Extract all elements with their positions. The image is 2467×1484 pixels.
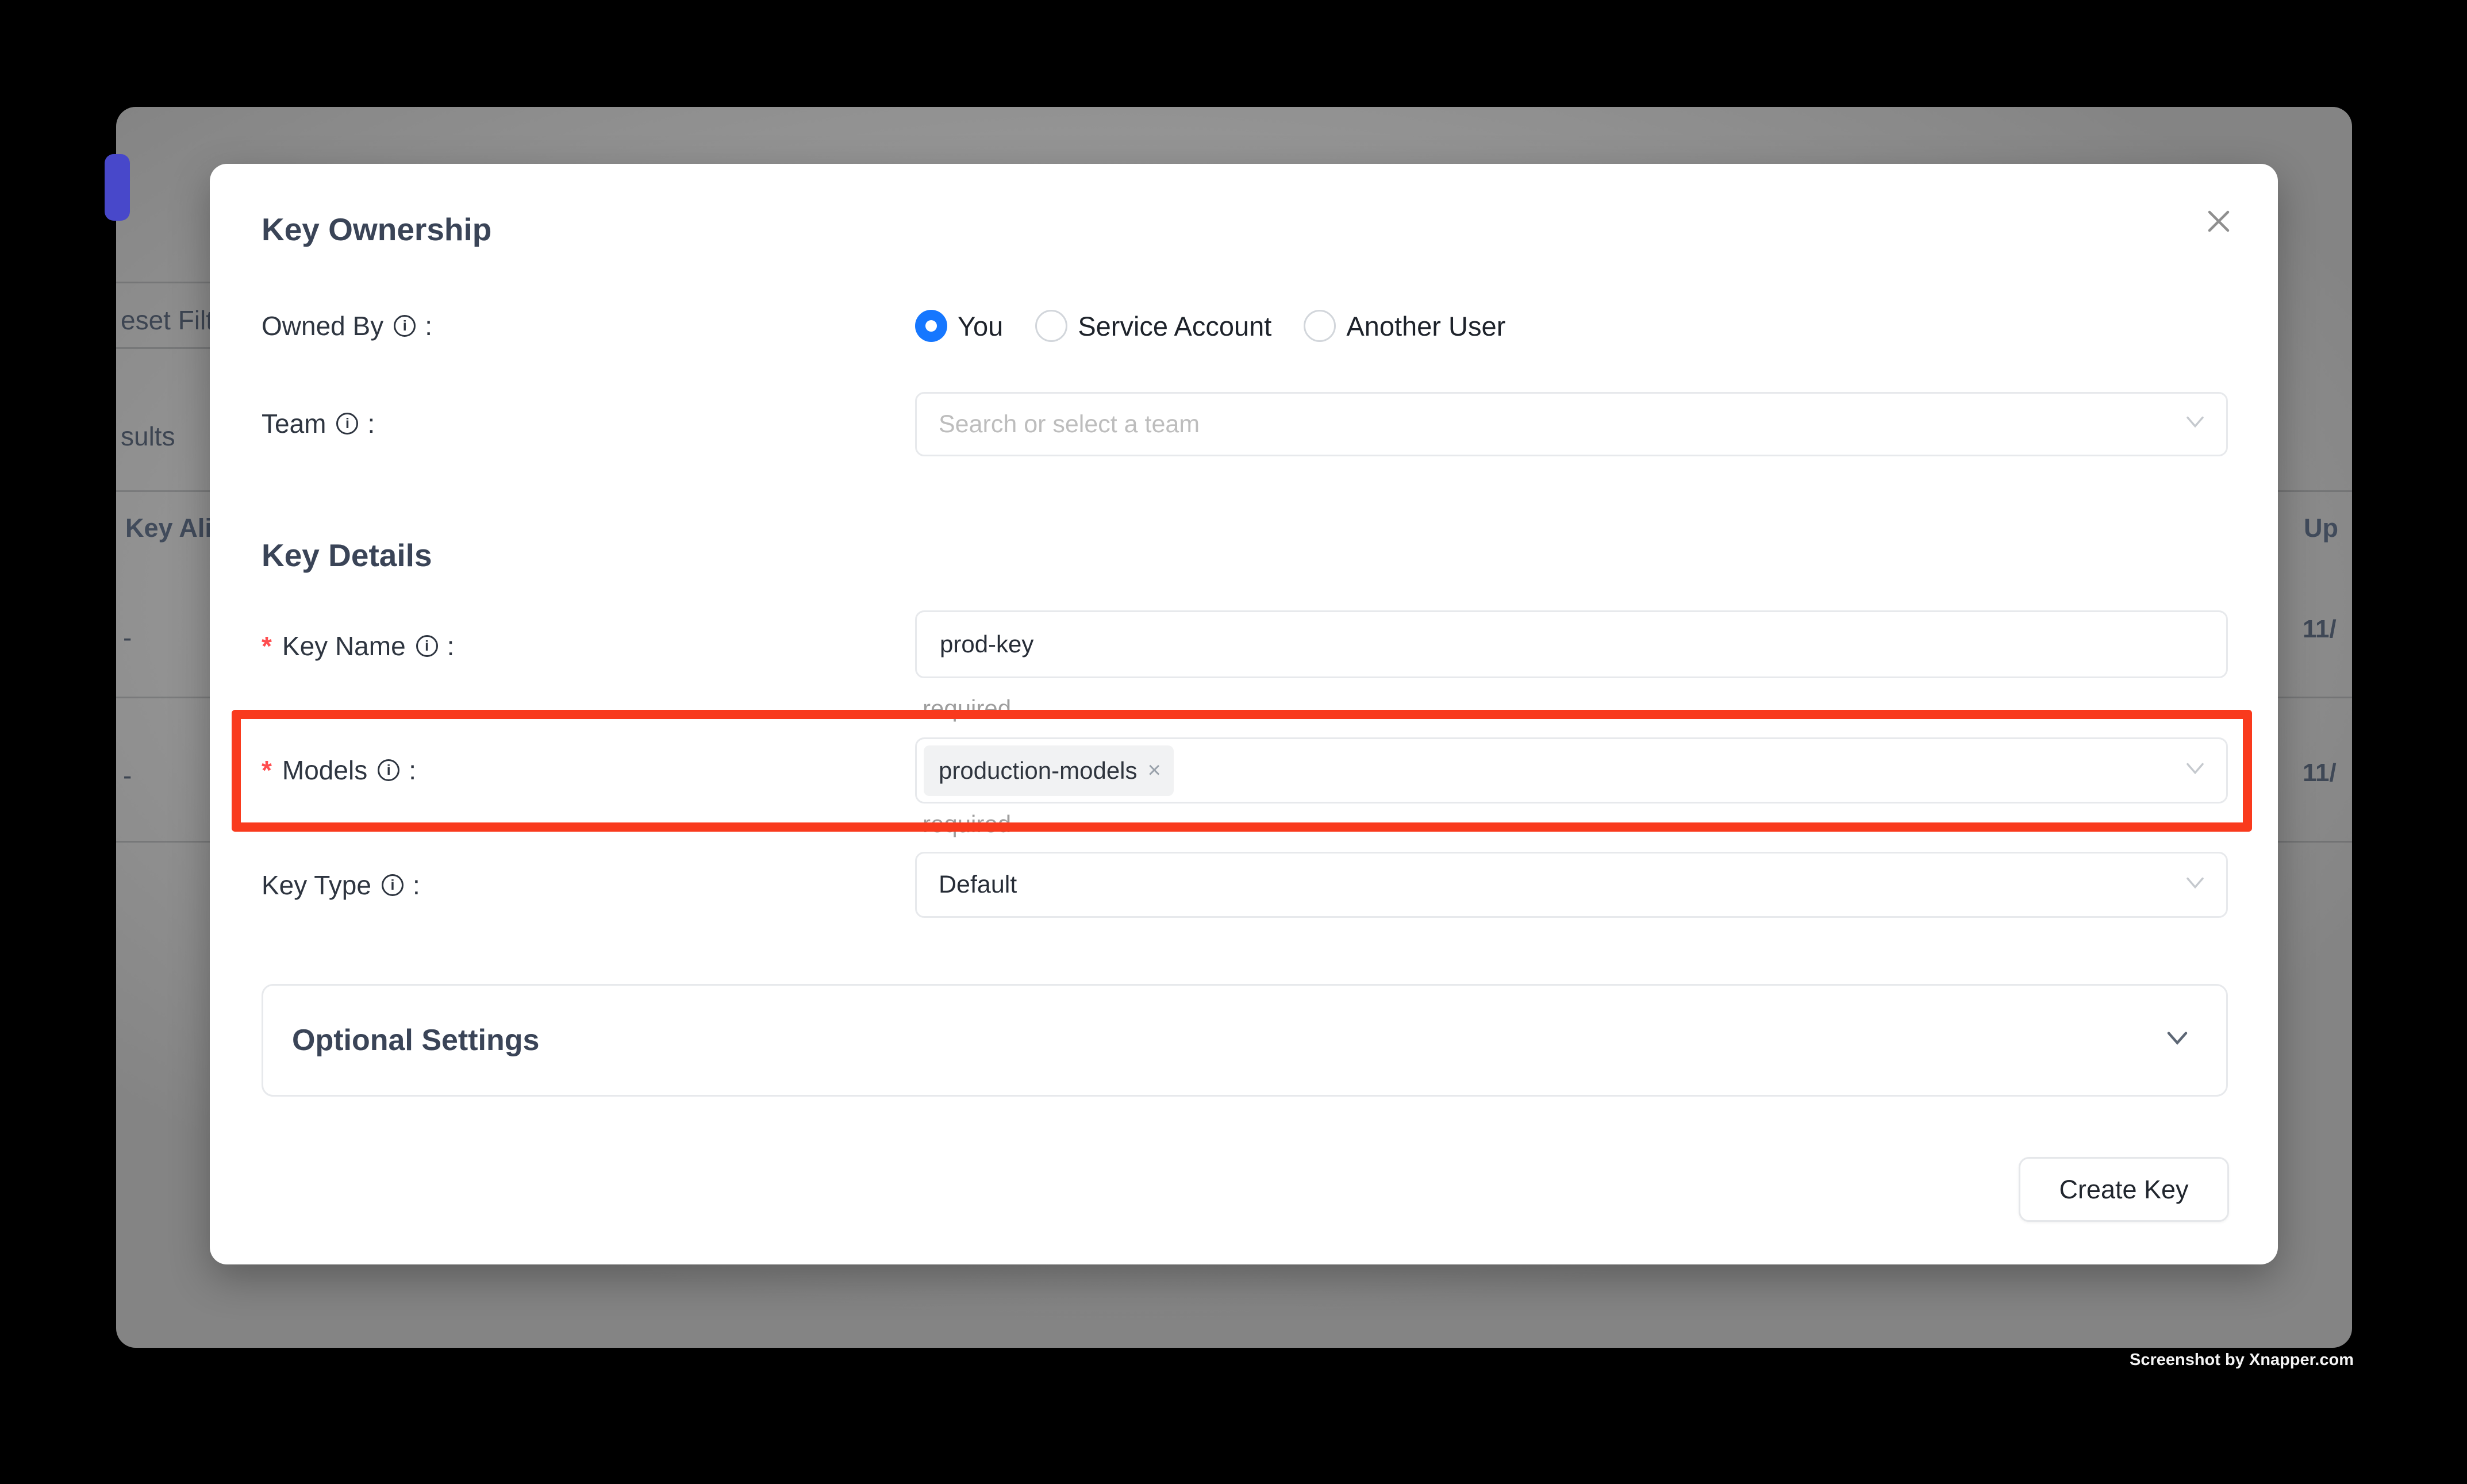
key-name-required-hint: required [923,695,1011,722]
radio-unselected-icon[interactable] [1035,310,1067,342]
required-asterisk: * [262,755,272,786]
owned-by-radio-group: You Service Account Another User [915,310,1505,342]
key-name-input[interactable] [915,610,2228,678]
team-select[interactable]: Search or select a team [915,392,2228,456]
results-count-partial: sults [121,421,175,452]
table-cell-date-partial: 11/ [2303,758,2337,789]
info-icon[interactable]: i [416,635,438,657]
radio-service-account[interactable]: Service Account [1035,310,1271,342]
table-cell-dash: - [123,622,132,653]
section-title-key-details: Key Details [262,537,432,573]
chevron-down-icon [2184,875,2207,894]
xnapper-watermark: Screenshot by Xnapper.com [2130,1351,2354,1370]
radio-selected-icon[interactable] [915,310,947,342]
key-type-value: Default [917,871,1017,899]
column-header-updated-partial: Up [2304,513,2338,544]
info-icon[interactable]: i [336,413,358,435]
reset-filters-button-partial: eset Filt [121,305,213,336]
create-key-button[interactable]: Create Key [2019,1157,2229,1222]
team-select-placeholder: Search or select a team [917,410,1200,439]
models-label: * Models i : [262,754,416,786]
table-cell-dash: - [123,760,132,791]
table-cell-date-partial: 11/ [2303,614,2337,645]
info-icon[interactable]: i [378,759,399,781]
info-icon[interactable]: i [382,874,404,896]
key-name-label: * Key Name i : [262,630,454,662]
create-new-key-button-partial[interactable] [105,154,130,221]
create-key-modal: Key Ownership Owned By i : You Service A… [210,164,2278,1264]
close-icon[interactable] [2204,206,2234,236]
tag-remove-icon[interactable]: × [1148,758,1161,783]
section-title-key-ownership: Key Ownership [262,212,491,247]
chevron-down-icon[interactable] [2164,1030,2191,1051]
bg-divider [116,282,214,283]
chevron-down-icon [2184,761,2207,780]
key-type-select[interactable]: Default [915,852,2228,918]
optional-settings-expander[interactable]: Optional Settings [262,984,2228,1097]
required-asterisk: * [262,630,272,662]
screenshot-canvas: eset Filt sults Key Alia - - Up 11/ 11/ … [0,0,2467,1484]
info-icon[interactable]: i [394,315,416,337]
models-tag-production-models[interactable]: production-models × [924,745,1174,796]
bg-divider [116,347,214,349]
radio-unselected-icon[interactable] [1304,310,1336,342]
models-required-hint: required [923,811,1011,837]
key-type-label: Key Type i : [262,869,420,901]
radio-another-user[interactable]: Another User [1304,310,1505,342]
models-select[interactable]: production-models × [915,737,2228,803]
radio-you[interactable]: You [915,310,1003,342]
owned-by-label: Owned By i : [262,310,432,342]
team-label: Team i : [262,407,375,440]
chevron-down-icon [2184,415,2207,434]
